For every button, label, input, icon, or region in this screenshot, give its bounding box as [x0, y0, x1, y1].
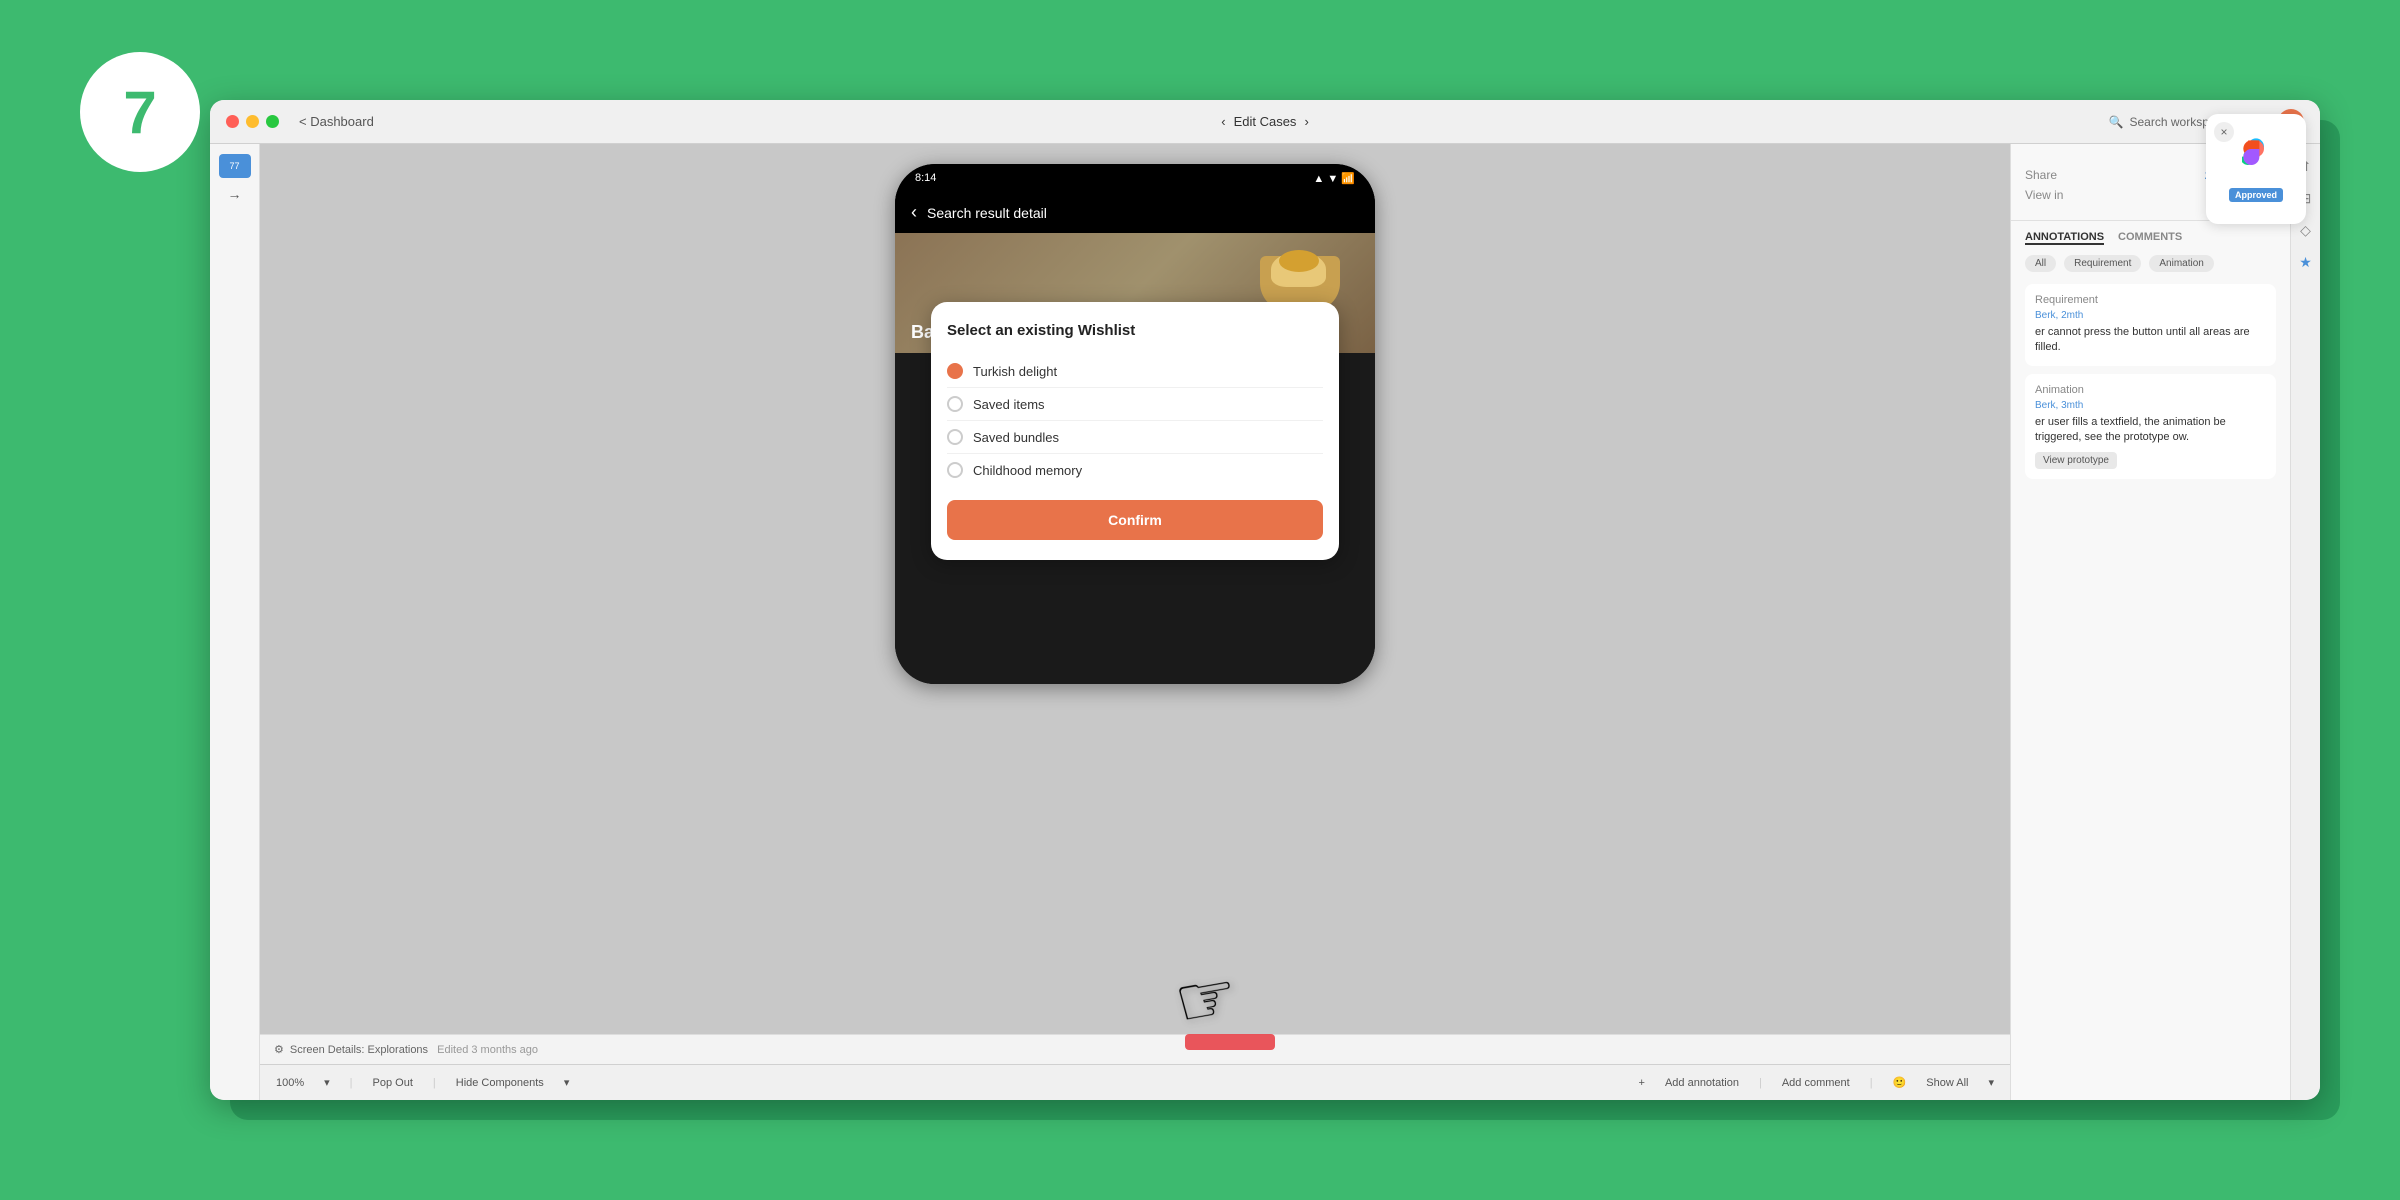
- right-icons-strip: ⬆ ⊞ ◇ ★: [2290, 144, 2320, 1100]
- cursor-hand-icon: ☞: [1168, 953, 1244, 1045]
- traffic-lights: [226, 115, 279, 128]
- annotation-author-1: Berk, 3mth: [2035, 400, 2266, 411]
- view-in-label: View in: [2025, 188, 2063, 202]
- wishlist-item-label-1: Saved items: [973, 397, 1045, 412]
- mobile-signals: ▲ ▼ 📶: [1313, 172, 1355, 185]
- mobile-time: 8:14: [915, 172, 936, 184]
- add-comment-button[interactable]: Add comment: [1782, 1077, 1850, 1089]
- star-icon[interactable]: ★: [2296, 252, 2316, 272]
- figma-icon: [2242, 144, 2270, 182]
- wishlist-item-2[interactable]: Saved bundles: [947, 421, 1323, 454]
- wishlist-item-0[interactable]: Turkish delight: [947, 355, 1323, 388]
- annotation-card-0: Requirement Berk, 2mth er cannot press t…: [2025, 284, 2276, 366]
- mobile-back-icon[interactable]: ‹: [911, 202, 917, 223]
- zoom-level[interactable]: 100%: [276, 1077, 304, 1089]
- wishlist-modal-title: Select an existing Wishlist: [947, 322, 1323, 339]
- approved-badge: Approved: [2229, 188, 2283, 202]
- annotation-type-0: Requirement: [2035, 294, 2266, 306]
- annotation-card-1: Animation Berk, 3mth er user fills a tex…: [2025, 374, 2276, 479]
- share-label: Share: [2025, 168, 2057, 182]
- separator4: |: [1870, 1077, 1873, 1089]
- annotation-text-0: er cannot press the button until all are…: [2035, 325, 2266, 356]
- annotation-author-0: Berk, 2mth: [2035, 310, 2266, 321]
- main-content: 77 → 8:14 ▲ ▼ 📶 ‹ Search result detail: [210, 144, 2320, 1100]
- separator2: |: [433, 1077, 436, 1089]
- tab-annotations[interactable]: ANNOTATIONS: [2025, 231, 2104, 245]
- mobile-screen: ‹ Search result detail Baklava: [895, 192, 1375, 684]
- radio-childhood-memory[interactable]: [947, 462, 963, 478]
- show-all-dropdown[interactable]: ▾: [1988, 1076, 1994, 1089]
- sidebar-icon[interactable]: 77: [219, 154, 251, 178]
- search-icon: 🔍: [2109, 115, 2124, 129]
- annotations-section: ANNOTATIONS COMMENTS All Requirement Ani…: [2011, 221, 2290, 1100]
- annotation-bar-text: Screen Details: Explorations Edited 3 mo…: [290, 1044, 538, 1056]
- left-sidebar: 77 →: [210, 144, 260, 1100]
- figma-integration-card: × Approved: [2206, 144, 2290, 224]
- annotation-text-1: er user fills a textfield, the animation…: [2035, 415, 2266, 446]
- radio-saved-items[interactable]: [947, 396, 963, 412]
- annotation-bar: ⚙ Screen Details: Explorations Edited 3 …: [260, 1034, 2010, 1064]
- canvas-area: 8:14 ▲ ▼ 📶 ‹ Search result detail: [260, 144, 2010, 1100]
- filter-all[interactable]: All: [2025, 255, 2056, 272]
- annotation-type-1: Animation: [2035, 384, 2266, 396]
- zoom-dropdown-icon[interactable]: ▾: [324, 1076, 330, 1089]
- wishlist-item-label-2: Saved bundles: [973, 430, 1059, 445]
- close-traffic-light[interactable]: [226, 115, 239, 128]
- edit-cases-title: Edit Cases: [1234, 114, 1297, 129]
- wishlist-item-label-0: Turkish delight: [973, 364, 1057, 379]
- radio-saved-bundles[interactable]: [947, 429, 963, 445]
- confirm-button[interactable]: Confirm: [947, 500, 1323, 540]
- hide-components-button[interactable]: Hide Components: [456, 1077, 544, 1089]
- title-bar: < Dashboard ‹ Edit Cases › 🔍 Search work…: [210, 100, 2320, 144]
- separator: |: [350, 1077, 353, 1089]
- step-badge: 7: [80, 52, 200, 172]
- pop-out-button[interactable]: Pop Out: [373, 1077, 413, 1089]
- nav-prev-icon[interactable]: ‹: [1221, 114, 1225, 129]
- minimize-traffic-light[interactable]: [246, 115, 259, 128]
- device-frame: 8:14 ▲ ▼ 📶 ‹ Search result detail: [895, 164, 1375, 684]
- show-all-button[interactable]: Show All: [1926, 1077, 1968, 1089]
- add-annotation-button[interactable]: Add annotation: [1665, 1077, 1739, 1089]
- title-bar-nav: < Dashboard: [299, 114, 374, 129]
- filter-animation[interactable]: Animation: [2149, 255, 2213, 272]
- filter-requirement[interactable]: Requirement: [2064, 255, 2141, 272]
- nav-next-icon[interactable]: ›: [1304, 114, 1308, 129]
- annotation-bar-icon: ⚙: [274, 1043, 284, 1056]
- tab-comments[interactable]: COMMENTS: [2118, 231, 2182, 245]
- wishlist-item-3[interactable]: Childhood memory: [947, 454, 1323, 486]
- wishlist-item-label-3: Childhood memory: [973, 463, 1082, 478]
- wishlist-item-1[interactable]: Saved items: [947, 388, 1323, 421]
- annotations-tabs: ANNOTATIONS COMMENTS: [2025, 231, 2276, 245]
- mobile-screen-title: Search result detail: [927, 205, 1047, 221]
- canvas-toolbar: 100% ▾ | Pop Out | Hide Components ▾ + A…: [260, 1064, 2010, 1100]
- title-bar-center: ‹ Edit Cases ›: [1221, 114, 1309, 129]
- mobile-status-bar: 8:14 ▲ ▼ 📶: [895, 164, 1375, 192]
- fullscreen-traffic-light[interactable]: [266, 115, 279, 128]
- arrow-right-icon: →: [228, 186, 242, 202]
- add-annotation-icon: +: [1639, 1077, 1645, 1089]
- emoji-icon: 🙂: [1893, 1076, 1907, 1089]
- radio-turkish-delight[interactable]: [947, 363, 963, 379]
- annotation-filters: All Requirement Animation: [2025, 255, 2276, 272]
- wishlist-modal: Select an existing Wishlist Turkish deli…: [931, 302, 1339, 560]
- dashboard-nav[interactable]: < Dashboard: [299, 114, 374, 129]
- app-window: < Dashboard ‹ Edit Cases › 🔍 Search work…: [210, 100, 2320, 1100]
- separator3: |: [1759, 1077, 1762, 1089]
- view-prototype-link[interactable]: View prototype: [2035, 452, 2117, 469]
- right-panel: × Approved Share: [2010, 144, 2290, 1100]
- mobile-app-header: ‹ Search result detail: [895, 192, 1375, 233]
- hide-components-dropdown[interactable]: ▾: [564, 1076, 570, 1089]
